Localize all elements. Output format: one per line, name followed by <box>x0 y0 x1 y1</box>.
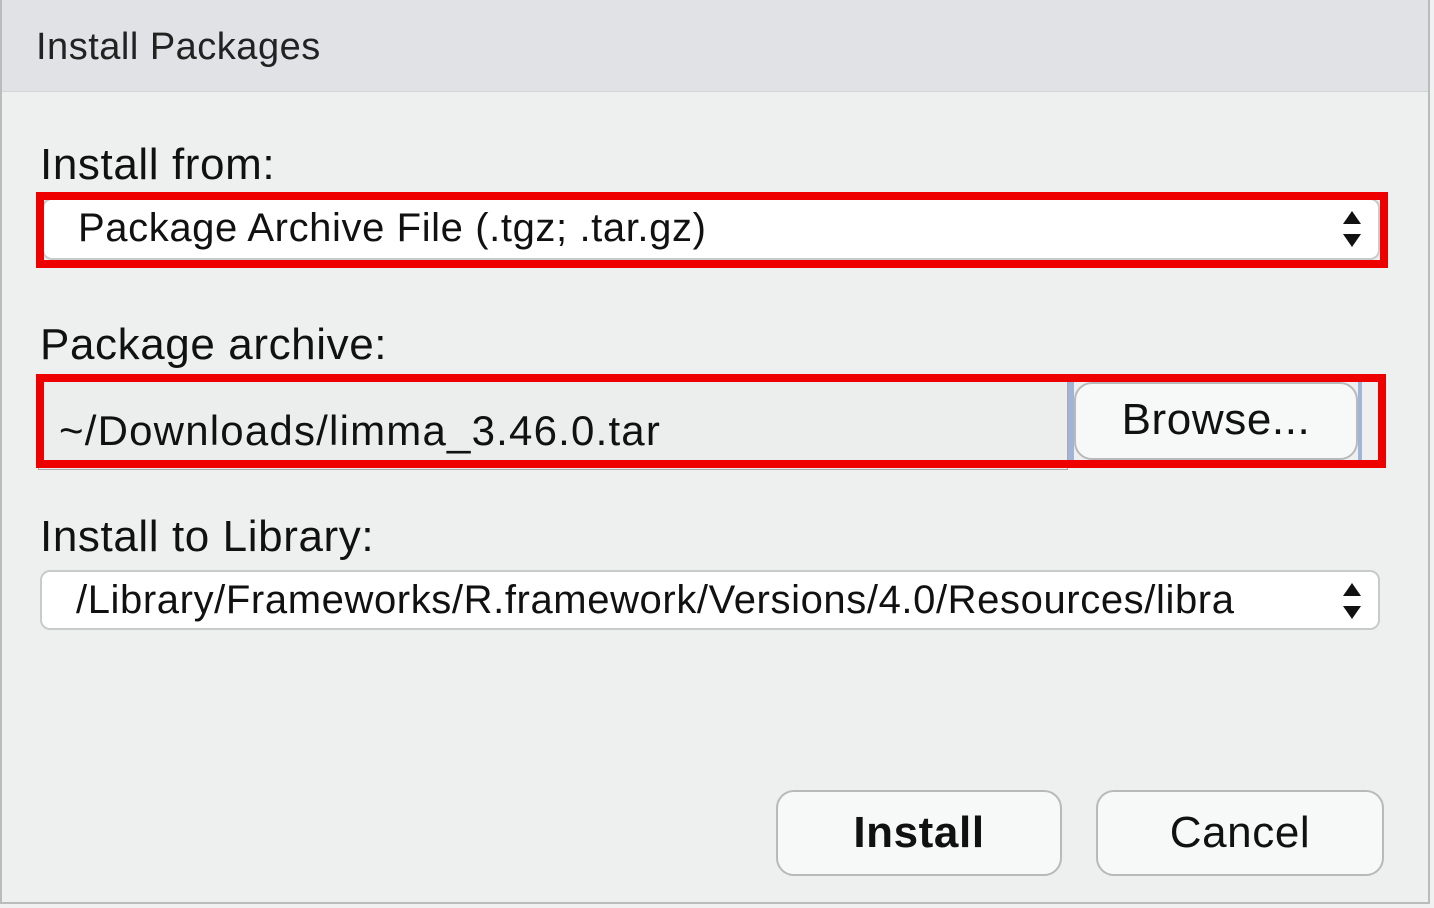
cancel-button[interactable]: Cancel <box>1096 790 1384 876</box>
dialog-title: Install Packages <box>36 26 321 68</box>
install-button[interactable]: Install <box>776 790 1062 876</box>
package-archive-label: Package archive: <box>40 320 388 369</box>
package-archive-field[interactable]: ~/Downloads/limma_3.46.0.tar <box>38 380 1068 470</box>
install-from-label: Install from: <box>40 140 276 189</box>
package-archive-value: ~/Downloads/limma_3.46.0.tar <box>59 407 662 454</box>
install-packages-dialog: Install Packages Install from: Package A… <box>0 0 1430 904</box>
focus-ring-right <box>1358 380 1362 462</box>
install-to-library-select[interactable]: /Library/Frameworks/R.framework/Versions… <box>40 570 1380 630</box>
install-from-select[interactable]: Package Archive File (.tgz; .tar.gz) <box>42 198 1380 260</box>
browse-button[interactable]: Browse... <box>1074 382 1358 460</box>
install-from-selected-value: Package Archive File (.tgz; .tar.gz) <box>78 206 707 250</box>
up-down-chevron-icon <box>1343 211 1361 247</box>
up-down-chevron-icon <box>1343 583 1361 619</box>
install-to-library-label: Install to Library: <box>40 512 375 561</box>
dialog-titlebar: Install Packages <box>2 0 1428 92</box>
install-to-library-selected-value: /Library/Frameworks/R.framework/Versions… <box>76 578 1235 622</box>
